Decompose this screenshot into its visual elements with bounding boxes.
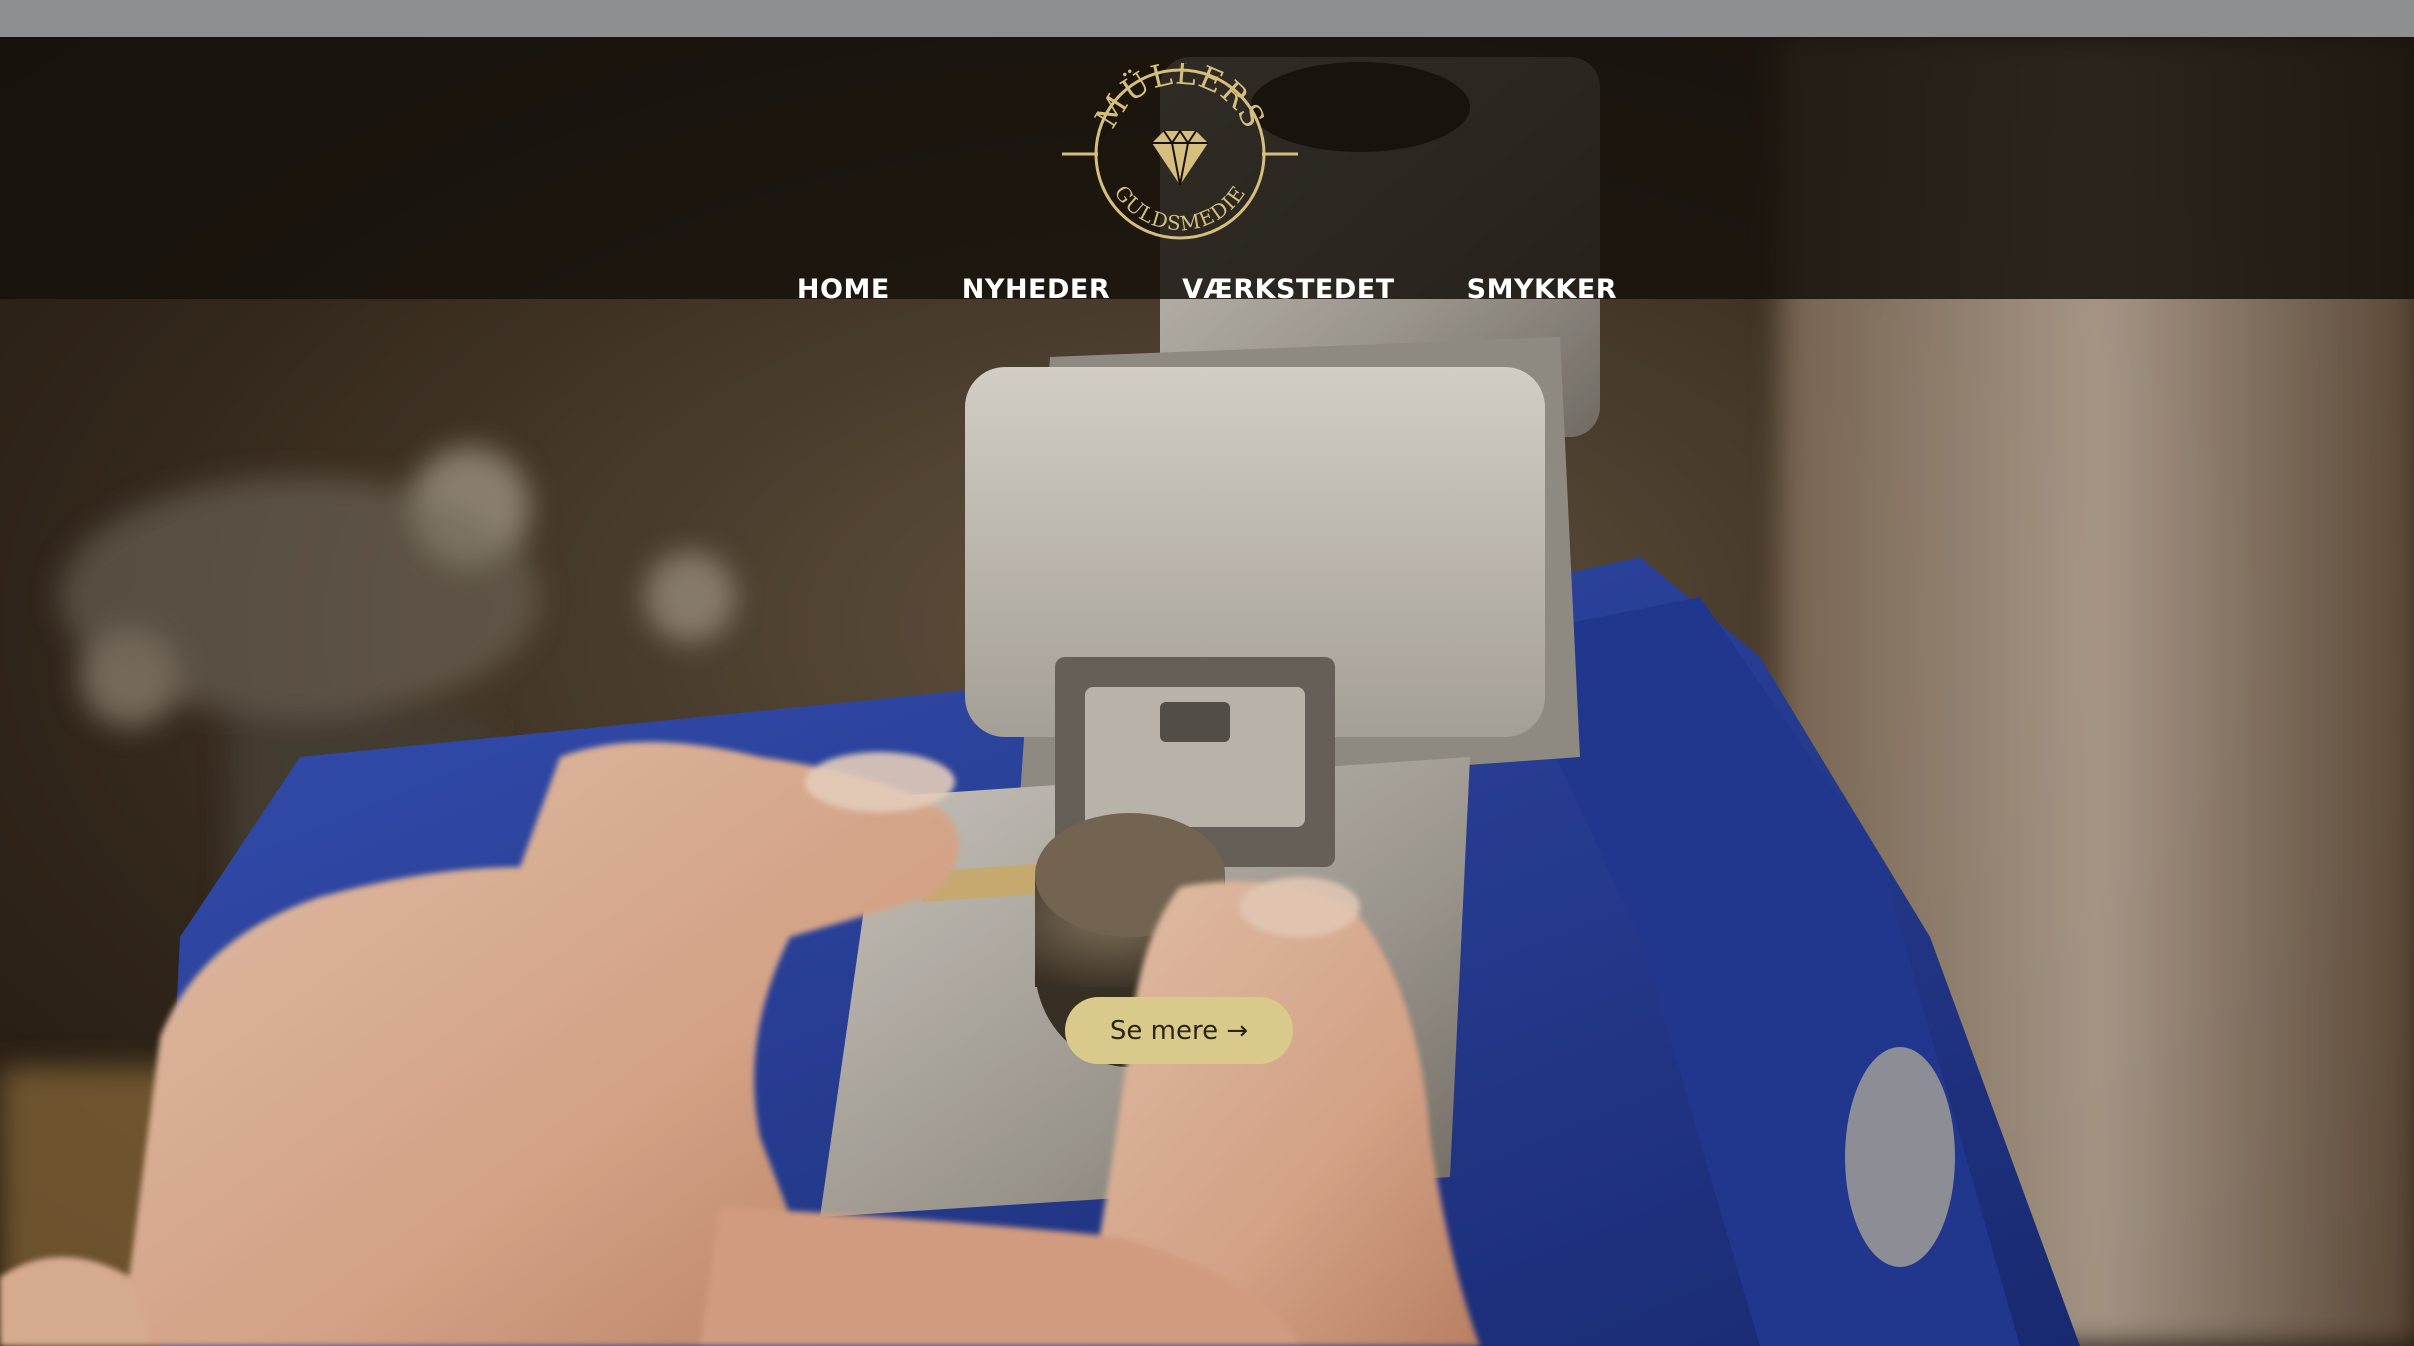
nav-item-nyheder[interactable]: NYHEDER [926, 274, 1146, 305]
site-header: MÜLLERS GULDSMEDIE HOME NYHEDER VÆRKSTED… [0, 37, 2414, 305]
diamond-icon [1152, 129, 1208, 186]
svg-text:MÜLLERS: MÜLLERS [1088, 63, 1271, 135]
nav-item-smykker[interactable]: SMYKKER [1431, 274, 1653, 305]
browser-top-strip [0, 0, 2414, 37]
se-mere-button[interactable]: Se mere → [1065, 997, 1293, 1064]
svg-text:GULDSMEDIE: GULDSMEDIE [1110, 181, 1251, 236]
nav-item-home[interactable]: HOME [761, 274, 926, 305]
main-navigation: HOME NYHEDER VÆRKSTEDET SMYKKER [0, 263, 2414, 315]
nav-item-vaerkstedet[interactable]: VÆRKSTEDET [1146, 274, 1430, 305]
mullers-guldsmedie-logo[interactable]: MÜLLERS GULDSMEDIE [1062, 63, 1298, 245]
